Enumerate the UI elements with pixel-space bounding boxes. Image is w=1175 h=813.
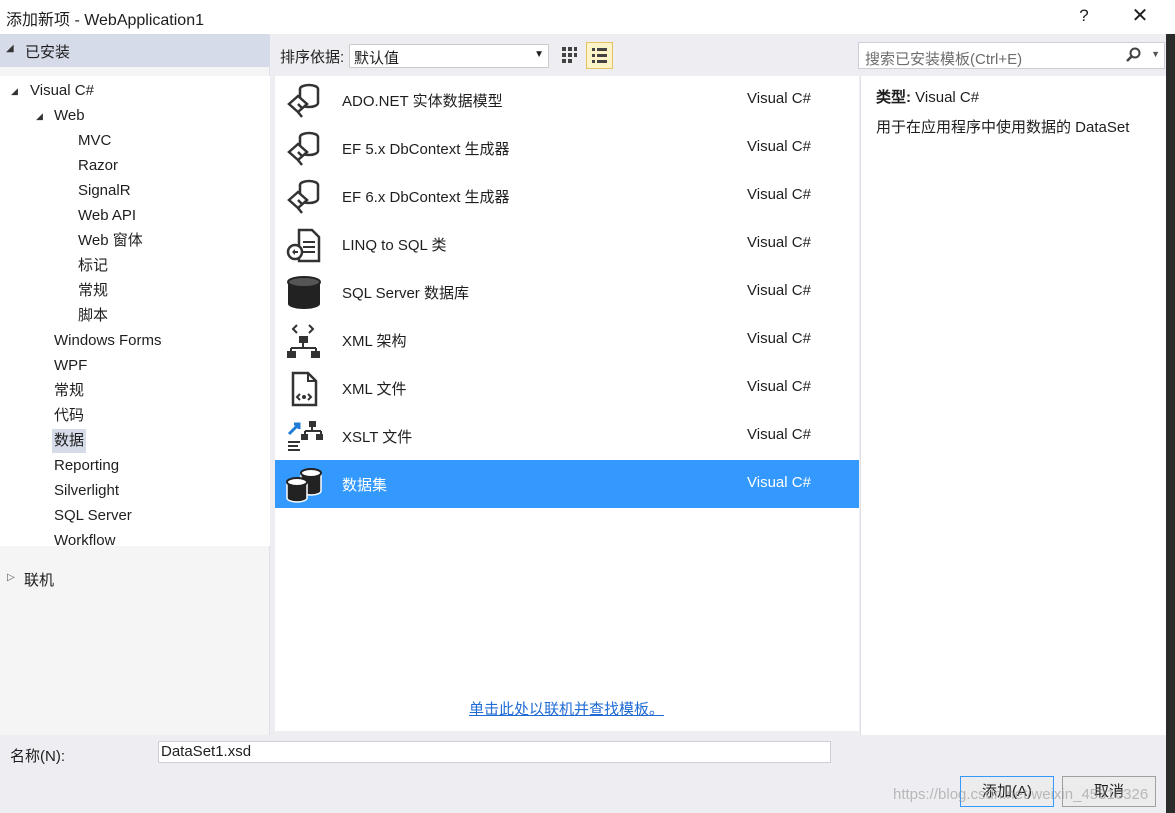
tree-node-signalr[interactable]: SignalR [78, 179, 131, 203]
find-templates-online-link[interactable]: 单击此处以联机并查找模板。 [469, 698, 664, 719]
name-label: 名称(N): [10, 748, 65, 765]
tree-node-label: Visual C# [30, 82, 94, 99]
collapse-arrow-icon: ◢ [6, 43, 14, 54]
tree-node-web[interactable]: ◢ Web [36, 104, 85, 128]
template-item[interactable]: XSLT 文件 Visual C# [275, 412, 859, 460]
template-name: LINQ to SQL 类 [342, 237, 447, 254]
template-name: XML 架构 [342, 333, 407, 350]
template-details-pane: 类型: Visual C# 用于在应用程序中使用数据的 DataSet [860, 76, 1175, 735]
background-window-edge [1166, 34, 1175, 813]
template-language: Visual C# [747, 234, 811, 251]
xslt-file-icon [285, 418, 323, 456]
template-language: Visual C# [747, 378, 811, 395]
online-header[interactable]: ▷ 联机 [0, 567, 270, 591]
tree-node-general-web[interactable]: 常规 [78, 279, 108, 303]
category-tree: ◢ Visual C# ◢ Web MVC Razor SignalR Web … [0, 76, 270, 549]
template-item[interactable]: EF 5.x DbContext 生成器 Visual C# [275, 124, 859, 172]
tree-node-general[interactable]: 常规 [54, 379, 84, 403]
online-label: 联机 [24, 572, 55, 589]
tree-node-reporting[interactable]: Reporting [54, 454, 119, 478]
template-name: XSLT 文件 [342, 429, 413, 446]
template-language: Visual C# [747, 426, 811, 443]
sort-label: 排序依据: [280, 49, 345, 66]
template-name: SQL Server 数据库 [342, 285, 469, 302]
template-item-selected[interactable]: 数据集 Visual C# [275, 460, 859, 508]
tree-node-mvc[interactable]: MVC [78, 129, 111, 153]
search-input[interactable]: 搜索已安装模板(Ctrl+E) ▼ [858, 42, 1165, 69]
tree-node-windows-forms[interactable]: Windows Forms [54, 329, 162, 353]
template-item[interactable]: SQL Server 数据库 Visual C# [275, 268, 859, 316]
template-item[interactable]: EF 6.x DbContext 生成器 Visual C# [275, 172, 859, 220]
tree-node-web-forms[interactable]: Web 窗体 [78, 229, 143, 253]
template-name: XML 文件 [342, 381, 407, 398]
xml-file-icon [285, 370, 323, 408]
expanded-arrow-icon: ◢ [11, 86, 18, 96]
sort-dropdown[interactable]: 默认值 ▼ [349, 44, 549, 68]
tree-node-wpf[interactable]: WPF [54, 354, 87, 378]
tree-node-sql-server[interactable]: SQL Server [54, 504, 132, 528]
dbcontext-generator-icon [285, 178, 323, 216]
database-icon [285, 274, 323, 312]
chevron-down-icon[interactable]: ▼ [1151, 49, 1160, 59]
window-title: 添加新项 - WebApplication1 [6, 12, 205, 29]
tree-node-razor[interactable]: Razor [78, 154, 118, 178]
template-language: Visual C# [747, 474, 811, 491]
template-name: 数据集 [342, 477, 388, 494]
template-list: ADO.NET 实体数据模型 Visual C# EF 5.x DbContex… [275, 76, 859, 731]
template-type: 类型: Visual C# [876, 86, 979, 107]
template-language: Visual C# [747, 330, 811, 347]
close-button[interactable]: ✕ [1125, 3, 1155, 29]
template-name: EF 6.x DbContext 生成器 [342, 189, 510, 206]
tree-node-web-api[interactable]: Web API [78, 204, 136, 228]
search-icon[interactable] [1125, 47, 1142, 68]
template-language: Visual C# [747, 282, 811, 299]
name-input[interactable]: DataSet1.xsd [158, 741, 831, 763]
template-item[interactable]: XML 文件 Visual C# [275, 364, 859, 412]
list-view-icon[interactable] [586, 42, 613, 69]
installed-label: 已安装 [25, 44, 71, 61]
entity-model-icon [285, 82, 323, 120]
tree-node-data[interactable]: 数据 [52, 429, 87, 453]
tree-node-code[interactable]: 代码 [54, 404, 84, 428]
chevron-down-icon: ▼ [534, 49, 544, 60]
tree-node-label: Web [54, 107, 85, 124]
sort-value: 默认值 [354, 50, 400, 67]
template-name: EF 5.x DbContext 生成器 [342, 141, 510, 158]
tree-node-visual-csharp[interactable]: ◢ Visual C# [11, 79, 94, 103]
title-bar: 添加新项 - WebApplication1 ? ✕ [0, 0, 1175, 34]
dataset-icon [285, 466, 323, 504]
template-toolbar: 排序依据: 默认值 ▼ 搜索已安装模板(Ctrl+E) ▼ [275, 34, 1175, 76]
template-category-sidebar: ◢ 已安装 ◢ Visual C# ◢ Web MVC Razor Signal… [0, 34, 270, 735]
watermark: https://blog.csdn.net/weixin_45310326 [893, 786, 1149, 803]
xml-schema-icon [285, 322, 323, 360]
template-language: Visual C# [747, 186, 811, 203]
tree-node-silverlight[interactable]: Silverlight [54, 479, 119, 503]
dbcontext-generator-icon [285, 130, 323, 168]
expanded-arrow-icon: ◢ [36, 111, 43, 121]
template-language: Visual C# [747, 138, 811, 155]
linq-sql-icon [285, 226, 323, 264]
template-item[interactable]: LINQ to SQL 类 Visual C# [275, 220, 859, 268]
search-placeholder: 搜索已安装模板(Ctrl+E) [865, 51, 1023, 68]
template-name: ADO.NET 实体数据模型 [342, 93, 503, 110]
type-label: 类型: [876, 89, 911, 106]
tree-node-workflow[interactable]: Workflow [54, 529, 115, 553]
template-item[interactable]: XML 架构 Visual C# [275, 316, 859, 364]
type-value: Visual C# [915, 89, 980, 106]
help-button[interactable]: ? [1072, 3, 1096, 29]
collapsed-arrow-icon: ▷ [7, 572, 15, 583]
template-language: Visual C# [747, 90, 811, 107]
installed-header[interactable]: ◢ 已安装 [0, 34, 270, 67]
tree-node-markup[interactable]: 标记 [78, 254, 108, 278]
template-description: 用于在应用程序中使用数据的 DataSet [876, 119, 1130, 136]
grid-view-icon[interactable] [557, 43, 581, 67]
tree-node-script[interactable]: 脚本 [78, 304, 108, 328]
template-item[interactable]: ADO.NET 实体数据模型 Visual C# [275, 76, 859, 124]
